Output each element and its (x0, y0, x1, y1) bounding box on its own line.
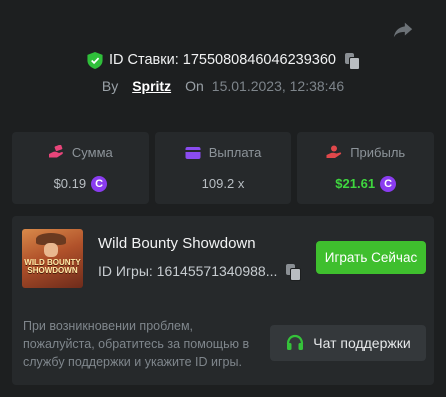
stat-label: Выплата (208, 145, 262, 160)
support-help-text: При возникновении проблем, пожалуйста, о… (23, 319, 250, 369)
copy-game-id-icon[interactable] (286, 263, 302, 281)
game-thumbnail[interactable]: WILD BOUNTY SHOWDOWN (22, 229, 83, 288)
headset-icon (287, 334, 304, 350)
game-panel: WILD BOUNTY SHOWDOWN Wild Bounty Showdow… (12, 216, 434, 385)
stat-amount: Сумма $0.19 C (12, 132, 149, 204)
bet-id-row: ID Ставки: 1755080846046239360 (0, 49, 446, 71)
stat-label: Прибыль (350, 144, 406, 160)
stat-value: 109.2 x (201, 176, 245, 191)
bet-date: 15.01.2023, 12:38:46 (211, 78, 345, 94)
profit-icon (326, 145, 342, 158)
thumbnail-title: WILD BOUNTY SHOWDOWN (24, 258, 81, 275)
money-hand-icon (48, 145, 63, 158)
game-id-text: ID Игры: 16145571340988... (98, 263, 278, 279)
game-name: Wild Bounty Showdown (98, 235, 256, 252)
support-chat-button[interactable]: Чат поддержки (270, 325, 426, 361)
stat-value: $0.19 (53, 176, 87, 191)
bet-id-text: ID Ставки: 1755080846046239360 (109, 52, 336, 68)
stat-value: $21.61 (335, 176, 376, 191)
play-now-button[interactable]: Играть Сейчас (316, 241, 426, 274)
share-icon (393, 22, 413, 38)
share-button[interactable] (392, 19, 416, 43)
verified-shield-icon (87, 51, 103, 69)
stat-profit: Прибыль $21.61 C (297, 132, 435, 204)
thumbnail-face-shape (44, 243, 58, 257)
copy-bet-id-icon[interactable] (344, 52, 360, 70)
game-id-row: ID Игры: 16145571340988... (98, 263, 304, 281)
stat-label: Сумма (71, 144, 113, 160)
coin-icon: C (380, 175, 397, 192)
support-button-label: Чат поддержки (313, 335, 411, 351)
bet-stats: Сумма $0.19 C Выплата 109.2 x Прибыль $2… (12, 132, 435, 204)
username-link[interactable]: Spritz (132, 78, 171, 94)
bet-author-row: By Spritz On 15.01.2023, 12:38:46 (0, 76, 446, 96)
coin-icon: C (91, 175, 108, 192)
by-label: By (101, 78, 119, 94)
stat-payout: Выплата 109.2 x (154, 132, 292, 204)
wallet-icon (185, 146, 201, 159)
on-label: On (185, 78, 204, 94)
